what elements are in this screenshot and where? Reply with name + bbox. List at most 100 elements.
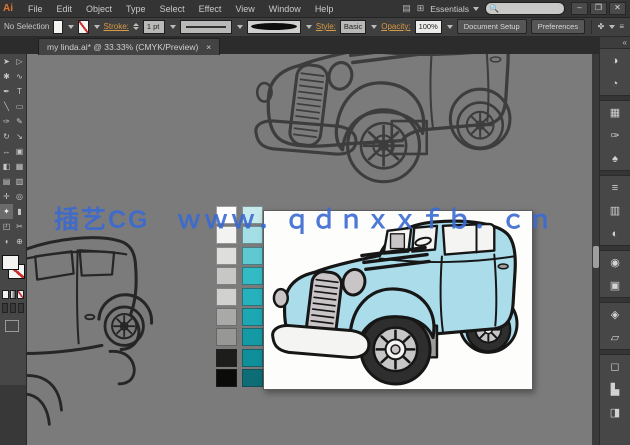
swatch-gray-3 [216,246,237,265]
color-button[interactable] [2,290,9,299]
swatch-gray-6 [216,307,237,326]
draw-behind-icon[interactable] [10,303,16,313]
pencil-tool[interactable]: ✎ [13,114,26,129]
menu-edit[interactable]: Edit [50,2,80,16]
document-setup-button[interactable]: Document Setup [456,19,527,34]
opacity-field[interactable]: 100% [414,19,442,34]
magic-wand-tool[interactable]: ✱ [0,69,13,84]
panel-color[interactable]: ◑ [600,49,630,72]
width-profile-dropdown-icon[interactable] [236,24,243,29]
perspective-grid-tool[interactable]: ▦ [13,159,26,174]
brush-definition-select[interactable] [246,19,301,34]
uniform-profile-icon [185,25,226,28]
width-tool[interactable]: ↔ [0,144,13,159]
menu-help[interactable]: Help [308,2,341,16]
line-segment-tool[interactable]: ╲ [0,99,13,114]
symbol-sprayer-tool[interactable]: ✦ [0,204,13,219]
document-tab[interactable]: my linda.ai* @ 33.33% (CMYK/Preview) × [38,38,221,55]
brush-dropdown-icon[interactable] [305,24,312,29]
menu-select[interactable]: Select [153,2,192,16]
stroke-dropdown-icon[interactable] [93,24,100,29]
panel-transparency[interactable]: ◐ [600,222,630,245]
panel-layers[interactable]: ◈ [600,303,630,326]
blend-tool[interactable]: ◎ [13,189,26,204]
type-tool[interactable]: T [13,84,26,99]
panel-color-guide[interactable]: ◔ [600,72,630,95]
draw-normal-icon[interactable] [2,303,8,313]
search-input[interactable]: 🔍 [485,2,565,15]
panel-symbols[interactable]: ♠ [600,147,630,170]
restore-button[interactable]: ❐ [590,2,607,15]
gradient-button[interactable] [9,290,17,299]
free-transform-tool[interactable]: ▣ [13,144,26,159]
panel-graphic-styles[interactable]: ▣ [600,274,630,297]
dock-collapse-button[interactable]: « [600,38,630,49]
menu-object[interactable]: Object [79,2,119,16]
selection-tool[interactable]: ➤ [0,54,13,69]
opacity-link[interactable]: Opacity: [381,22,410,31]
align-dropdown-icon[interactable]: ✤ [598,22,605,31]
lasso-tool[interactable]: ∿ [13,69,26,84]
workspace-switcher[interactable]: Essentials [430,4,479,14]
panel-brushes[interactable]: ✑ [600,124,630,147]
scale-tool[interactable]: ↘ [13,129,26,144]
panel-stroke[interactable]: ≡ [600,176,630,199]
rotate-tool[interactable]: ↻ [0,129,13,144]
align-chevron-icon[interactable] [609,24,616,29]
mesh-tool[interactable]: ▤ [0,174,13,189]
menu-view[interactable]: View [228,2,261,16]
collapse-panel-icon[interactable]: ≡ [619,22,630,31]
fill-stroke-indicator[interactable] [0,255,26,289]
opacity-dropdown-icon[interactable] [446,24,453,29]
menu-file[interactable]: File [21,2,50,16]
width-profile-select[interactable] [179,19,232,34]
menu-effect[interactable]: Effect [192,2,229,16]
pen-tool[interactable]: ✒ [0,84,13,99]
style-dropdown-icon[interactable] [371,24,378,29]
canvas[interactable]: 插艺CG ｗｗｗ．ｑｄｎｘｘｆｂ．ｃｎ [26,54,592,445]
draw-inside-icon[interactable] [18,303,24,313]
minimize-button[interactable]: – [571,2,588,15]
eyedropper-tool[interactable]: ✛ [0,189,13,204]
style-link[interactable]: Style: [316,22,336,31]
stroke-weight-field[interactable]: 1 pt [142,19,165,34]
zoom-tool[interactable]: ⊕ [13,234,26,249]
menu-type[interactable]: Type [119,2,153,16]
stroke-color-swatch[interactable] [78,19,89,34]
swatch-teal-6 [242,307,263,326]
menu-window[interactable]: Window [262,2,308,16]
stroke-weight-dropdown-icon[interactable] [169,24,176,29]
none-button[interactable] [17,290,25,299]
artboard-tool[interactable]: ◰ [0,219,13,234]
panel-gradient[interactable]: ▥ [600,199,630,222]
hand-tool[interactable]: ◖ [0,234,13,249]
direct-selection-tool[interactable]: ▷ [13,54,26,69]
artboard[interactable] [263,210,533,390]
stroke-weight-stepper[interactable] [132,23,139,30]
screen-mode-button[interactable] [5,320,19,332]
panel-pathfinder[interactable]: ◨ [600,401,630,424]
panel-transform[interactable]: ◻ [600,355,630,378]
tab-close-icon[interactable]: × [206,42,211,52]
panel-swatches[interactable]: ▦ [600,101,630,124]
fill-dropdown-icon[interactable] [68,24,75,29]
preferences-button[interactable]: Preferences [530,19,586,34]
panel-appearance[interactable]: ◉ [600,251,630,274]
gradient-tool[interactable]: ▥ [13,174,26,189]
style-select[interactable]: Basic [339,19,367,34]
bridge-icon[interactable]: ▤ [402,3,411,14]
fill-indicator[interactable] [2,255,19,270]
brush-preview-icon [250,23,297,30]
arrange-documents-icon[interactable]: ⊞ [417,3,425,14]
tab-bar: my linda.ai* @ 33.33% (CMYK/Preview) × [0,37,600,55]
paintbrush-tool[interactable]: ✑ [0,114,13,129]
close-button[interactable]: ✕ [609,2,626,15]
slice-tool[interactable]: ✂ [13,219,26,234]
fill-color-swatch[interactable] [53,19,64,34]
stroke-link[interactable]: Stroke: [104,22,129,31]
panel-align[interactable]: ▙ [600,378,630,401]
column-graph-tool[interactable]: ▮ [13,204,26,219]
rectangle-tool[interactable]: ▭ [13,99,26,114]
shape-builder-tool[interactable]: ◧ [0,159,13,174]
panel-artboards[interactable]: ▱ [600,326,630,349]
